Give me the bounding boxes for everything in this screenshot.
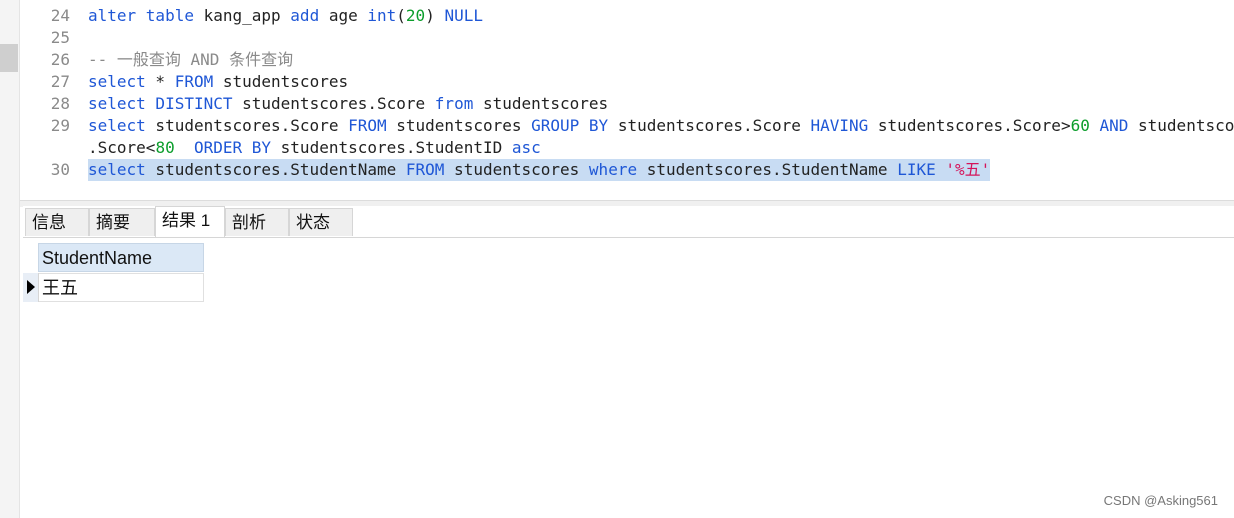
code-token: select [88, 72, 146, 91]
code-token: GROUP BY [531, 116, 609, 135]
tab-info[interactable]: 信息 [25, 208, 89, 236]
code-token: 60 [1070, 116, 1090, 135]
line-number: 24 [50, 6, 70, 25]
code-token: kang_app [193, 6, 291, 25]
code-token: studentscores.StudentID [271, 138, 512, 157]
code-token: studentscores.Score [145, 116, 349, 135]
code-text: select studentscores.StudentName FROM st… [88, 159, 991, 181]
code-line[interactable]: 29 select studentscores.Score FROM studen… [20, 115, 1234, 137]
code-token: studentscores [473, 94, 609, 113]
code-token: 80 [155, 138, 175, 157]
tab-summary[interactable]: 摘要 [89, 208, 155, 236]
code-line[interactable]: 28 select DISTINCT studentscores.Score fr… [20, 93, 1234, 115]
code-text: select DISTINCT studentscores.Score from… [88, 93, 608, 115]
code-token: studentscores.StudentName [637, 160, 898, 179]
code-token: FROM [174, 72, 214, 91]
row-indicator[interactable] [23, 273, 39, 302]
code-token: select [88, 160, 146, 179]
code-token: LIKE [897, 160, 936, 179]
code-token: studentscores.StudentName [145, 160, 406, 179]
code-line[interactable]: 30 select studentscores.StudentName FROM … [20, 159, 1234, 181]
code-token: 20 [405, 6, 426, 25]
line-number: 28 [50, 94, 70, 113]
code-token: studentscores.Score [608, 116, 811, 135]
code-token: add [290, 6, 320, 25]
code-text: select * FROM studentscores [88, 71, 348, 93]
watermark-text: CSDN @Asking561 [1103, 493, 1218, 508]
code-token: studentscores [1138, 116, 1234, 135]
tab-profile[interactable]: 剖析 [225, 208, 289, 236]
result-grid: StudentName 王五 [23, 238, 1234, 518]
code-token: studentscores [444, 160, 589, 179]
code-token: ) [425, 6, 445, 25]
code-token: where [588, 160, 638, 179]
code-text: alter table kang_app add age int(20) NUL… [88, 5, 483, 27]
code-line[interactable]: 26 -- 一般查询 AND 条件查询 [20, 49, 1234, 71]
code-token: alter table [88, 6, 194, 25]
code-line[interactable]: 27 select * FROM studentscores [20, 71, 1234, 93]
column-header-studentname[interactable]: StudentName [38, 243, 204, 272]
line-number: 26 [50, 50, 70, 69]
table-row[interactable]: 王五 [23, 273, 204, 302]
sql-editor[interactable]: 24 alter table kang_app add age int(20) N… [20, 0, 1234, 200]
code-token: FROM [348, 116, 387, 135]
code-token: HAVING [810, 116, 869, 135]
table-cell-value: 王五 [42, 278, 78, 298]
code-text: -- 一般查询 AND 条件查询 [88, 49, 293, 71]
tab-result-1[interactable]: 结果 1 [155, 206, 225, 237]
current-row-arrow-icon [27, 280, 35, 294]
code-token: studentscores.Score [232, 94, 435, 113]
code-token: select [88, 116, 146, 135]
line-number: 27 [50, 72, 70, 91]
line-number: 25 [50, 28, 70, 47]
code-token: AND [1099, 116, 1129, 135]
line-number: 30 [50, 160, 70, 179]
code-token: '%五' [945, 160, 991, 179]
code-token: age [319, 6, 368, 25]
code-text: select studentscores.Score FROM students… [88, 115, 1234, 137]
code-token: ORDER BY [193, 138, 272, 157]
code-token: studentscores [213, 72, 349, 91]
tab-status[interactable]: 状态 [289, 208, 353, 236]
code-token: ( [396, 6, 406, 25]
code-token: select DISTINCT [88, 94, 233, 113]
splitter-handle[interactable] [0, 44, 18, 72]
code-token: studentscores [386, 116, 532, 135]
code-line[interactable]: .Score<80 ORDER BY studentscores.Student… [20, 137, 1234, 159]
code-token: asc [511, 138, 541, 157]
code-token: * [145, 72, 175, 91]
code-text: .Score<80 ORDER BY studentscores.Student… [88, 137, 541, 159]
code-token: NULL [444, 6, 483, 25]
code-token: -- 一般查询 AND 条件查询 [88, 50, 294, 69]
code-line[interactable]: 25 [20, 27, 1234, 49]
code-line[interactable]: 24 alter table kang_app add age int(20) N… [20, 5, 1234, 27]
line-number: 29 [50, 116, 70, 135]
result-tabs: 信息 摘要 结果 1 剖析 状态 [23, 206, 1234, 238]
left-gutter-strip [0, 0, 20, 518]
code-token: int [367, 6, 397, 25]
table-cell[interactable]: 王五 [39, 273, 204, 302]
code-token: from [434, 94, 474, 113]
code-token: studentscores.Score> [868, 116, 1071, 135]
code-token: .Score< [88, 138, 156, 157]
code-token: FROM [405, 160, 445, 179]
column-header-label: StudentName [42, 248, 153, 268]
